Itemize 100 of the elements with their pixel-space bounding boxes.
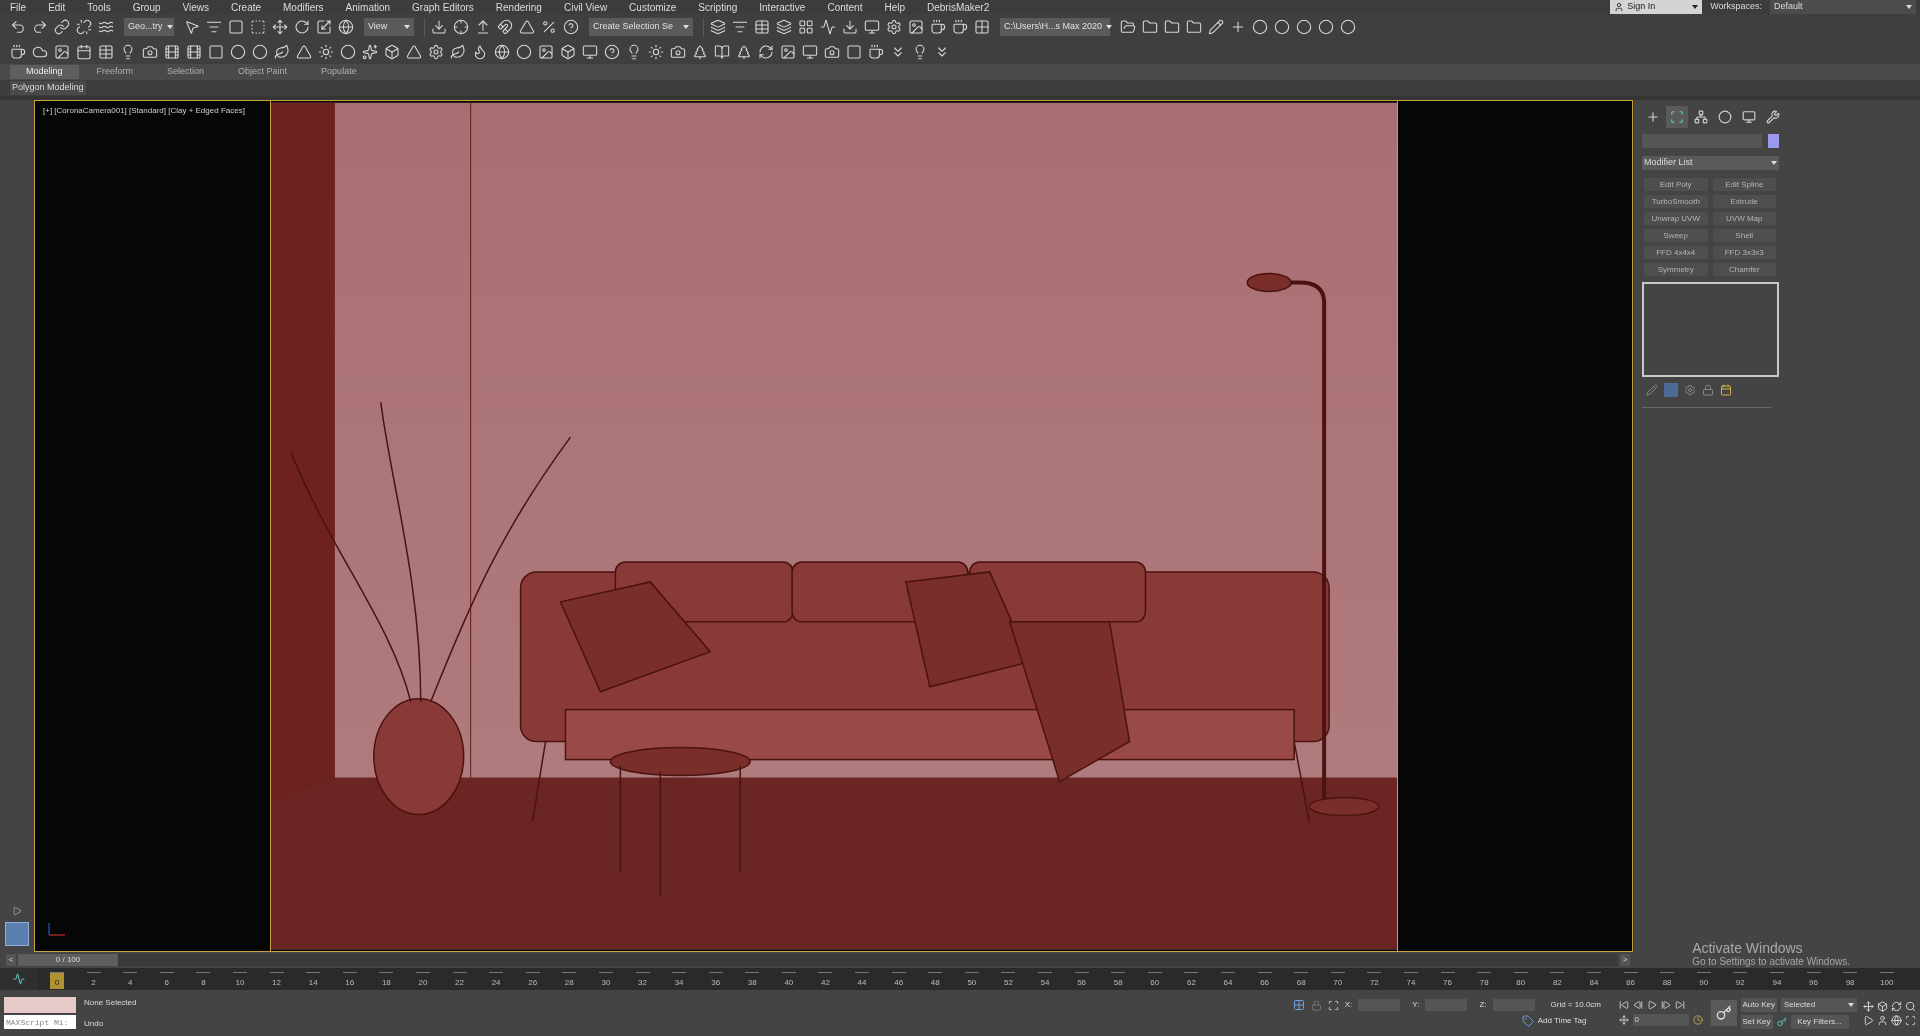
flame-icon[interactable] <box>472 44 488 60</box>
menu-item[interactable]: Interactive <box>759 0 806 15</box>
camera-icon[interactable] <box>670 44 686 60</box>
square-selection-icon[interactable] <box>228 19 244 35</box>
go-to-end-icon[interactable] <box>1674 1000 1685 1010</box>
auto-key-button[interactable]: Auto Key <box>1740 997 1777 1012</box>
crosshair-icon[interactable] <box>453 19 469 35</box>
menu-item[interactable]: Views <box>182 0 209 15</box>
ribbon-tab[interactable]: Object Paint <box>222 65 304 79</box>
unlink-icon[interactable] <box>76 19 92 35</box>
move-icon[interactable] <box>272 19 288 35</box>
help-icon[interactable] <box>604 44 620 60</box>
tree-icon[interactable] <box>736 44 752 60</box>
named-selection-dropdown[interactable]: Create Selection Se <box>589 18 693 36</box>
coordinate-dropdown[interactable]: View <box>364 18 414 36</box>
film-icon[interactable] <box>186 44 202 60</box>
sparkles-icon[interactable] <box>362 44 378 60</box>
lightbulb-icon[interactable] <box>912 44 928 60</box>
magnet-icon[interactable] <box>497 19 513 35</box>
lightbulb-icon[interactable] <box>120 44 136 60</box>
maxscript-listener-field[interactable] <box>4 997 76 1013</box>
viewport-navigation-icon[interactable] <box>1891 1000 1902 1012</box>
modifier-stack-list[interactable] <box>1642 282 1779 377</box>
globe-icon[interactable] <box>338 19 354 35</box>
previous-frame-button[interactable]: < <box>6 954 16 966</box>
next-frame-icon[interactable] <box>1660 1000 1671 1010</box>
viewport-navigation-icon[interactable] <box>1863 1000 1874 1012</box>
key-mode-dropdown[interactable]: Selected <box>1781 997 1857 1012</box>
calendar-icon[interactable] <box>76 44 92 60</box>
folder-icon[interactable] <box>1164 19 1180 35</box>
next-frame-button[interactable]: > <box>1620 954 1630 966</box>
play-icon[interactable] <box>1646 1000 1657 1010</box>
camera-icon[interactable] <box>142 44 158 60</box>
percent-icon[interactable] <box>541 19 557 35</box>
refresh-icon[interactable] <box>758 44 774 60</box>
cloud-icon[interactable] <box>32 44 48 60</box>
menu-item[interactable]: Scripting <box>698 0 738 15</box>
plus-icon[interactable] <box>1230 19 1246 35</box>
menu-item[interactable]: Graph Editors <box>412 0 474 15</box>
scale-icon[interactable] <box>316 19 332 35</box>
waves-icon[interactable] <box>98 19 114 35</box>
menu-item[interactable]: DebrisMaker2 <box>927 0 990 15</box>
pointer-icon[interactable] <box>184 19 200 35</box>
ribbon-tab[interactable]: Selection <box>151 65 221 79</box>
folder-icon[interactable] <box>1142 19 1158 35</box>
curve-editor-icon[interactable] <box>13 973 25 985</box>
play-icon[interactable] <box>12 906 22 916</box>
add-time-tag-link[interactable]: Add Time Tag <box>1537 1015 1587 1027</box>
image-icon[interactable] <box>538 44 554 60</box>
camera-icon[interactable] <box>824 44 840 60</box>
grid-layout-icon[interactable] <box>798 19 814 35</box>
box-icon[interactable] <box>384 44 400 60</box>
viewport-navigation-icon[interactable] <box>1905 1000 1916 1012</box>
redo-icon[interactable] <box>32 19 48 35</box>
monitor-icon[interactable] <box>864 19 880 35</box>
ribbon-tab[interactable]: Populate <box>305 65 373 79</box>
frame-ruler[interactable]: 0 2 4 6 8 10 12 14 16 18 20 22 24 26 28 30 32 34 36 38 40 42 44 46 48 50 52 54 56 58 60 62 64 66 68 70 72 74 76 78 80 82 84 86 88 90 92 94 96 98 100 <box>38 968 1920 990</box>
sign-in-dropdown[interactable]: Sign In <box>1610 0 1703 14</box>
menu-item[interactable]: Edit <box>48 0 66 15</box>
project-folder-dropdown[interactable]: C:\Users\H...s Max 2020 <box>1000 18 1110 36</box>
download-icon[interactable] <box>431 19 447 35</box>
viewport-navigation-icon[interactable] <box>1877 1014 1888 1026</box>
go-to-start-icon[interactable] <box>1618 1000 1629 1010</box>
circle-icon[interactable] <box>1296 19 1312 35</box>
globe-icon[interactable] <box>494 44 510 60</box>
circle-icon[interactable] <box>1340 19 1356 35</box>
ribbon-tab[interactable]: Freeform <box>80 65 150 79</box>
menu-item[interactable]: Civil View <box>563 0 608 15</box>
layers-icon[interactable] <box>776 19 792 35</box>
set-key-big-button[interactable] <box>1710 1000 1737 1026</box>
list-icon[interactable] <box>206 19 222 35</box>
key-filters-button[interactable]: Key Filters... <box>1790 1014 1849 1029</box>
folder-icon[interactable] <box>1120 19 1136 35</box>
menu-item[interactable]: Rendering <box>495 0 542 15</box>
modifier-list-dropdown[interactable]: Modifier List <box>1642 156 1779 170</box>
viewport-navigation-icon[interactable] <box>1891 1014 1902 1026</box>
image-icon[interactable] <box>780 44 796 60</box>
lightbulb-icon[interactable] <box>626 44 642 60</box>
undo-icon[interactable] <box>10 19 26 35</box>
menu-item[interactable]: Group <box>132 0 161 15</box>
download-icon[interactable] <box>842 19 858 35</box>
image-icon[interactable] <box>908 19 924 35</box>
grid-icon[interactable] <box>974 19 990 35</box>
selection-filter-dropdown[interactable]: Geo...try <box>124 18 174 36</box>
image-icon[interactable] <box>54 44 70 60</box>
sun-icon[interactable] <box>318 44 334 60</box>
menu-item[interactable]: Content <box>827 0 863 15</box>
menu-item[interactable]: Modifiers <box>283 0 324 15</box>
viewport-navigation-icon[interactable] <box>1877 1000 1888 1012</box>
leaf-icon[interactable] <box>274 44 290 60</box>
object-color-swatch[interactable] <box>1768 134 1779 148</box>
frame-icon[interactable] <box>846 44 862 60</box>
ribbon-panel-tab[interactable]: Polygon Modeling <box>10 81 86 95</box>
menu-item[interactable]: Customize <box>629 0 677 15</box>
dashed-square-icon[interactable] <box>250 19 266 35</box>
time-configuration-icon[interactable] <box>1692 1015 1703 1025</box>
curve-icon[interactable] <box>820 19 836 35</box>
table-icon[interactable] <box>98 44 114 60</box>
set-key-button[interactable]: Set Key <box>1740 1014 1773 1029</box>
workspace-dropdown[interactable]: Default <box>1770 0 1916 14</box>
